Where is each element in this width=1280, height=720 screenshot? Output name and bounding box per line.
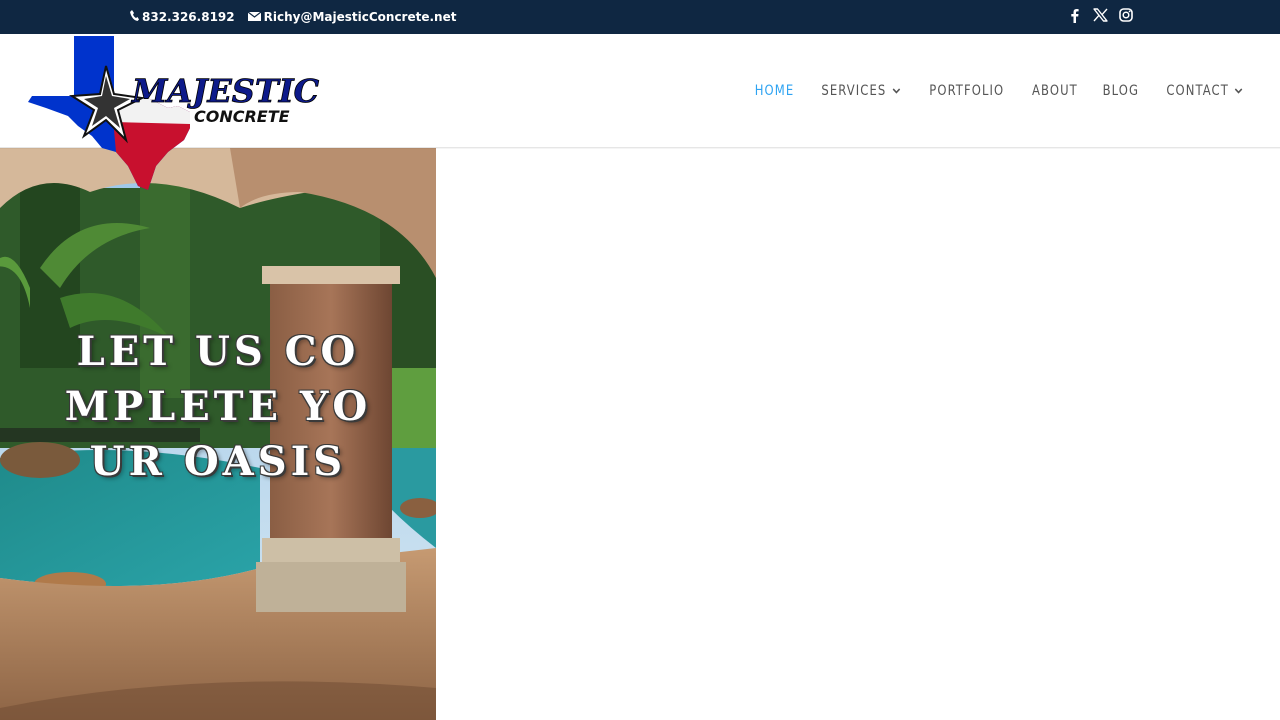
nav-blog-label: BLOG [1102,83,1140,99]
top-bar: 832.326.8192 Richy@MajesticConcrete.net [0,0,1280,34]
nav-portfolio-label: PORTFOLIO [929,83,1005,99]
social-links [1066,0,1134,30]
phone-icon [130,10,139,24]
nav-portfolio[interactable]: PORTFOLIO [929,83,1004,99]
nav-contact-label: CONTACT [1166,83,1229,99]
nav-services-label: SERVICES [821,83,887,99]
email-address: Richy@MajesticConcrete.net [263,10,457,24]
main-nav: HOME SERVICES PORTFOLIO ABOUT BLOG CONTA… [731,34,1246,148]
nav-home[interactable]: HOME [755,83,795,99]
chevron-down-icon [892,88,901,94]
phone-number: 832.326.8192 [142,10,235,24]
logo-wordmark: MAJESTIC [131,72,320,110]
hero-section: LET US COMPLETE YOUR OASIS [0,148,436,720]
nav-about[interactable]: ABOUT [1032,83,1078,99]
email-link[interactable]: Richy@MajesticConcrete.net [247,10,457,24]
x-icon[interactable] [1092,7,1108,23]
nav-about-label: ABOUT [1031,83,1078,99]
envelope-icon [247,10,261,24]
nav-services[interactable]: SERVICES [822,83,901,99]
instagram-icon[interactable] [1118,7,1134,23]
hero-title: LET US COMPLETE YOUR OASIS [64,328,372,485]
facebook-icon[interactable] [1066,7,1082,23]
logo-subwordmark: CONCRETE [194,107,290,126]
nav-contact[interactable]: CONTACT [1166,83,1243,99]
logo-graphic: MAJESTIC CONCRETE [28,36,320,190]
nav-blog[interactable]: BLOG [1103,83,1139,99]
top-contact-info: 832.326.8192 Richy@MajesticConcrete.net [130,0,469,34]
site-logo[interactable]: MAJESTIC CONCRETE [28,36,328,190]
site-header: MAJESTIC CONCRETE HOME SERVICES PORTFOLI… [0,34,1280,190]
nav-home-label: HOME [755,83,795,99]
phone-link[interactable]: 832.326.8192 [130,10,235,24]
chevron-down-icon [1234,88,1243,94]
